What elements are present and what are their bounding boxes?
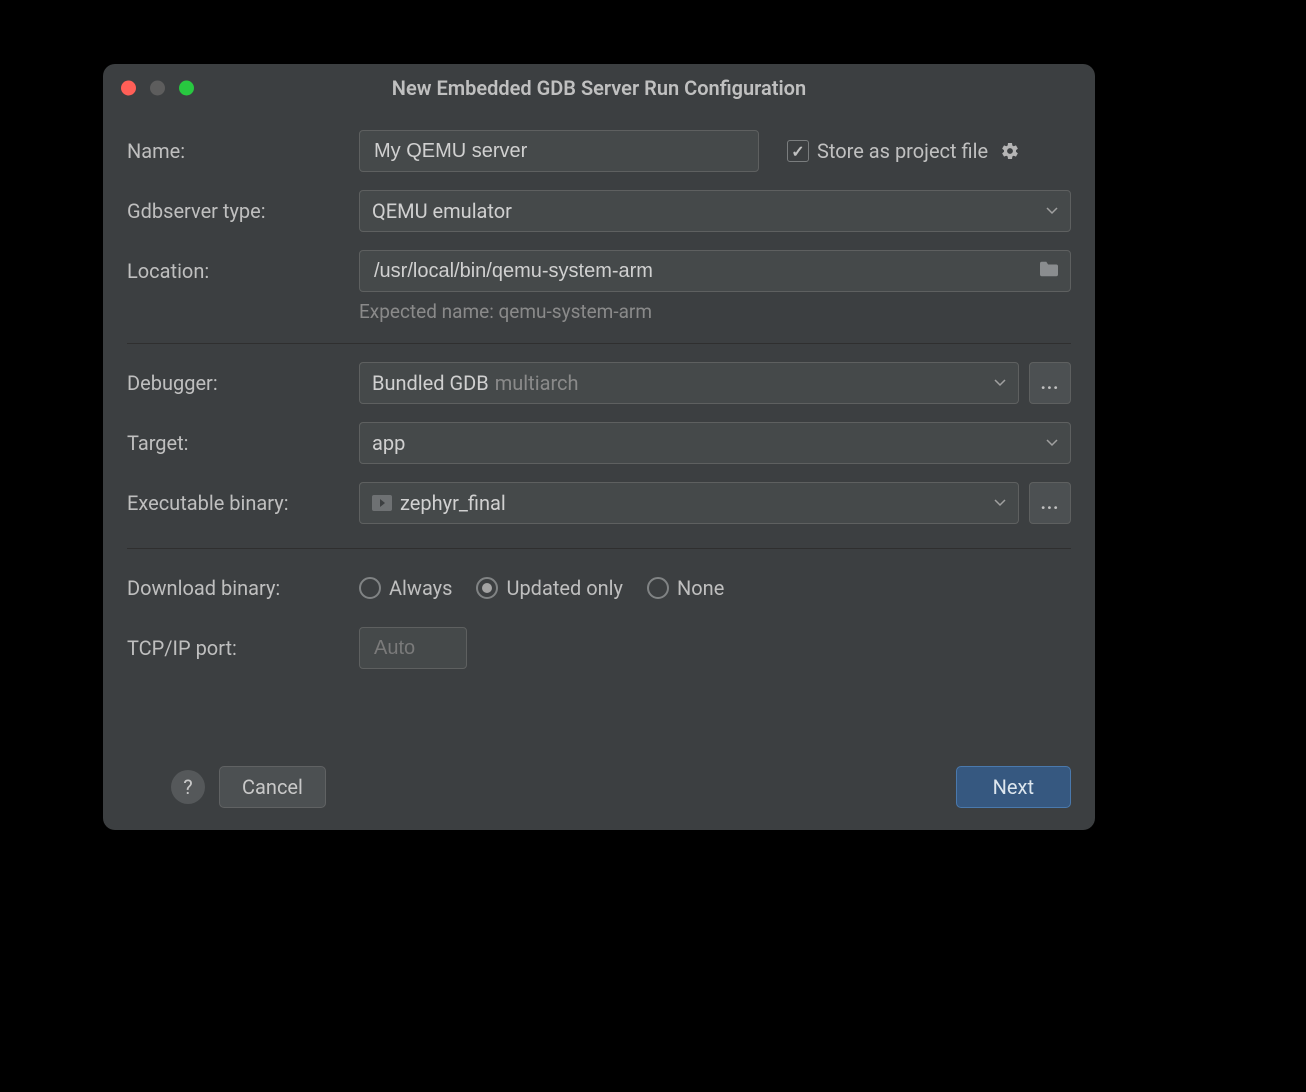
target-label: Target: <box>127 431 359 455</box>
window-title: New Embedded GDB Server Run Configuratio… <box>392 76 806 100</box>
chevron-down-icon <box>1046 439 1058 447</box>
gdbserver-type-select[interactable]: QEMU emulator <box>359 190 1071 232</box>
download-none-radio[interactable]: None <box>647 576 724 600</box>
debugger-label: Debugger: <box>127 371 359 395</box>
debugger-more-button[interactable]: ... <box>1029 362 1071 404</box>
help-button[interactable]: ? <box>171 770 205 804</box>
radio-icon <box>647 577 669 599</box>
tcpip-port-field[interactable] <box>372 636 454 661</box>
gdbserver-type-label: Gdbserver type: <box>127 199 359 223</box>
name-input-field[interactable] <box>372 139 746 164</box>
folder-icon[interactable] <box>1038 259 1060 283</box>
cancel-button[interactable]: Cancel <box>219 766 326 808</box>
traffic-lights <box>121 81 194 96</box>
chevron-down-icon <box>994 499 1006 507</box>
next-button[interactable]: Next <box>956 766 1071 808</box>
location-hint: Expected name: qemu-system-arm <box>359 300 1071 323</box>
gear-icon[interactable] <box>1000 141 1020 161</box>
executable-more-button[interactable]: ... <box>1029 482 1071 524</box>
tcpip-port-input[interactable] <box>359 627 467 669</box>
gdbserver-type-value: QEMU emulator <box>372 199 512 223</box>
debugger-value: Bundled GDBmultiarch <box>372 371 579 395</box>
location-input-field[interactable] <box>372 259 1058 284</box>
chevron-down-icon <box>994 379 1006 387</box>
window-minimize-icon[interactable] <box>150 81 165 96</box>
executable-binary-value: zephyr_final <box>400 491 506 515</box>
window-zoom-icon[interactable] <box>179 81 194 96</box>
store-as-project-file-checkbox[interactable]: Store as project file <box>787 139 1020 163</box>
executable-binary-select[interactable]: zephyr_final <box>359 482 1019 524</box>
location-label: Location: <box>127 259 359 283</box>
chevron-down-icon <box>1046 207 1058 215</box>
executable-binary-label: Executable binary: <box>127 491 359 515</box>
checkbox-icon[interactable] <box>787 140 809 162</box>
radio-icon <box>359 577 381 599</box>
section-divider-2 <box>127 548 1071 549</box>
titlebar: New Embedded GDB Server Run Configuratio… <box>103 64 1095 112</box>
download-updated-only-radio[interactable]: Updated only <box>476 576 623 600</box>
executable-icon <box>372 495 392 511</box>
window-close-icon[interactable] <box>121 81 136 96</box>
debugger-select[interactable]: Bundled GDBmultiarch <box>359 362 1019 404</box>
name-label: Name: <box>127 139 359 163</box>
download-always-radio[interactable]: Always <box>359 576 452 600</box>
radio-icon <box>476 577 498 599</box>
download-binary-label: Download binary: <box>127 576 359 600</box>
dialog-window: New Embedded GDB Server Run Configuratio… <box>103 64 1095 830</box>
location-input[interactable] <box>359 250 1071 292</box>
target-value: app <box>372 431 405 455</box>
tcpip-port-label: TCP/IP port: <box>127 636 359 660</box>
store-label: Store as project file <box>817 139 988 163</box>
name-input[interactable] <box>359 130 759 172</box>
target-select[interactable]: app <box>359 422 1071 464</box>
section-divider <box>127 343 1071 344</box>
